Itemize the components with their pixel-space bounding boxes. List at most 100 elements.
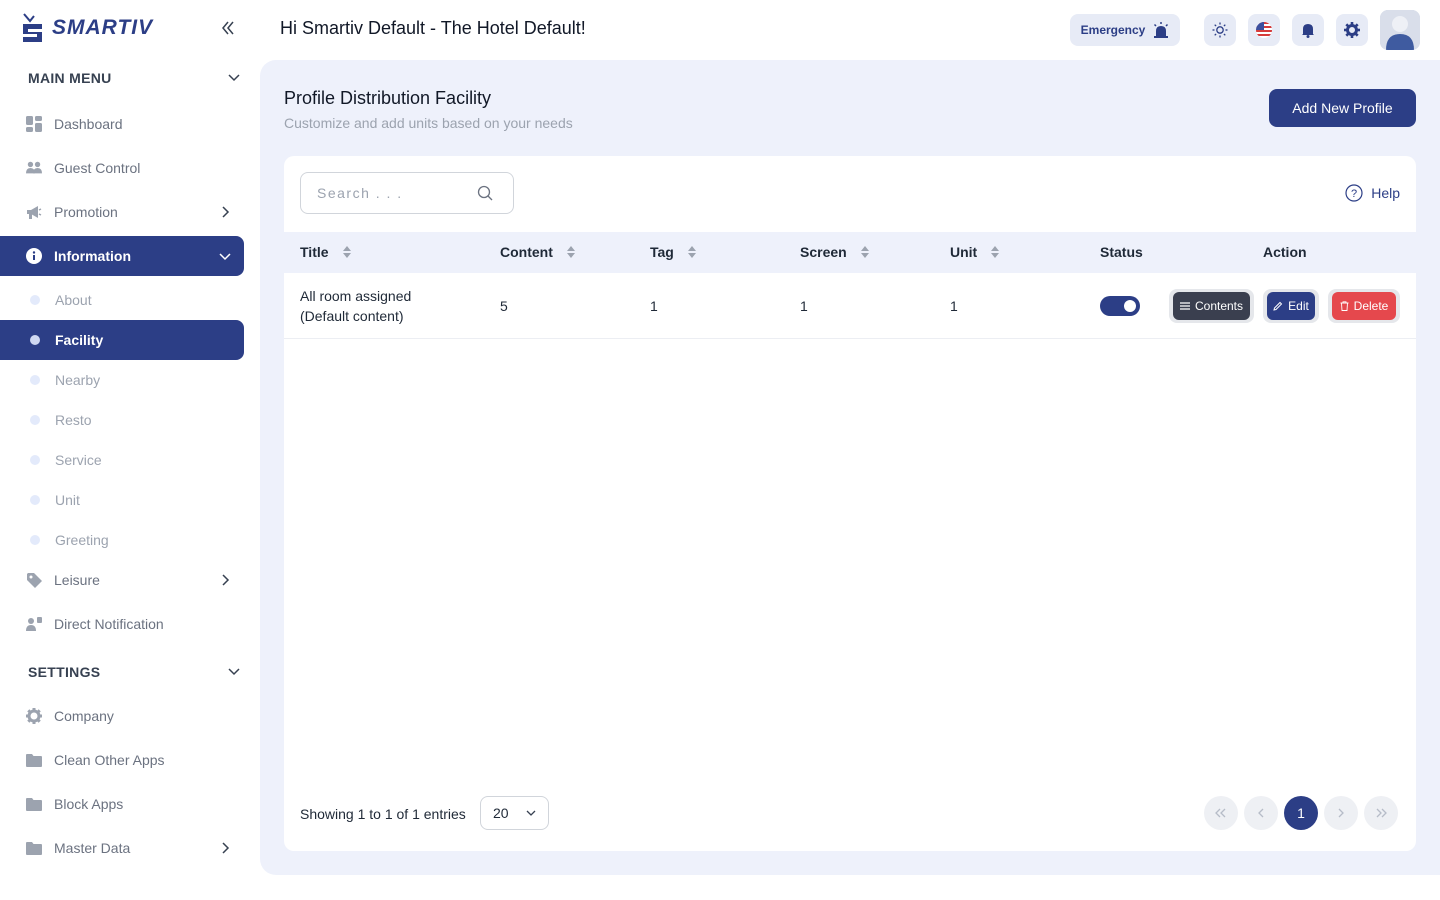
sidebar-sub-about[interactable]: About: [0, 280, 244, 320]
delete-label: Delete: [1353, 299, 1389, 313]
page-number-button[interactable]: 1: [1284, 796, 1318, 830]
search-input[interactable]: [317, 185, 477, 201]
emergency-button[interactable]: Emergency: [1070, 14, 1180, 46]
search-icon[interactable]: [477, 185, 493, 201]
sidebar-item-label: Company: [54, 708, 114, 724]
double-chevron-right-icon: [1376, 808, 1387, 818]
prev-page-button[interactable]: [1244, 796, 1278, 830]
column-content[interactable]: Content: [500, 244, 575, 260]
theme-toggle-button[interactable]: [1204, 14, 1236, 46]
sidebar-sub-label: Greeting: [55, 532, 109, 548]
megaphone-icon: [26, 204, 42, 220]
column-status: Status: [1100, 244, 1143, 260]
chevron-right-icon: [1338, 808, 1344, 818]
user-avatar[interactable]: [1380, 10, 1420, 50]
sidebar-item-clean-other-apps[interactable]: Clean Other Apps: [0, 740, 244, 780]
sidebar-sub-facility[interactable]: Facility: [0, 320, 244, 360]
double-chevron-left-icon: [1215, 808, 1226, 818]
sidebar-sub-label: Nearby: [55, 372, 101, 388]
add-new-profile-button[interactable]: Add New Profile: [1269, 89, 1416, 127]
chevron-left-icon: [1258, 808, 1264, 818]
sidebar-item-promotion[interactable]: Promotion: [0, 192, 244, 232]
sort-icon: [342, 246, 351, 258]
sidebar-sub-label: Service: [55, 452, 102, 468]
column-unit[interactable]: Unit: [950, 244, 1000, 260]
page-size-select[interactable]: 20: [480, 796, 549, 830]
sidebar-item-information[interactable]: Information: [0, 236, 244, 276]
sidebar-item-leisure[interactable]: Leisure: [0, 560, 244, 600]
logo-text: SMARTIV: [52, 16, 154, 39]
list-icon: [1179, 302, 1190, 310]
column-tag[interactable]: Tag: [650, 244, 696, 260]
contents-label: Contents: [1194, 299, 1244, 313]
collapse-sidebar-button[interactable]: [218, 18, 238, 38]
column-screen[interactable]: Screen: [800, 244, 869, 260]
bell-icon: [1302, 24, 1314, 38]
sidebar-sub-service[interactable]: Service: [0, 440, 244, 480]
settings-button[interactable]: [1336, 14, 1368, 46]
sidebar-item-label: Information: [54, 248, 131, 264]
chevron-right-icon: [222, 206, 230, 218]
tag-icon: [26, 572, 42, 588]
settings-header[interactable]: SETTINGS: [28, 660, 240, 684]
sidebar-sub-label: Unit: [55, 492, 80, 508]
main-menu-header[interactable]: MAIN MENU: [28, 66, 240, 90]
sidebar-item-company[interactable]: Company: [0, 696, 244, 736]
cell-content: 5: [500, 298, 508, 314]
column-label: Status: [1100, 244, 1143, 260]
sidebar-sub-resto[interactable]: Resto: [0, 400, 244, 440]
bullet-icon: [30, 335, 40, 345]
cell-title-line: All room assigned: [300, 288, 412, 304]
help-link[interactable]: ? Help: [1345, 184, 1400, 202]
column-label: Title: [300, 244, 329, 260]
notifications-button[interactable]: [1292, 14, 1324, 46]
first-page-button[interactable]: [1204, 796, 1238, 830]
last-page-button[interactable]: [1364, 796, 1398, 830]
chevron-down-icon: [228, 74, 240, 82]
cell-title-line: (Default content): [300, 308, 404, 324]
delete-button[interactable]: Delete: [1332, 292, 1396, 320]
sidebar-item-label: Master Data: [54, 840, 131, 856]
status-toggle[interactable]: [1100, 296, 1140, 316]
page-title: Profile Distribution Facility: [284, 88, 492, 108]
sidebar-item-label: Clean Other Apps: [54, 752, 165, 768]
sidebar-item-label: Block Apps: [54, 796, 124, 812]
page-subtitle: Customize and add units based on your ne…: [284, 115, 573, 131]
sidebar-item-label: Direct Notification: [54, 616, 164, 632]
sidebar-sub-label: About: [55, 292, 92, 308]
bullet-icon: [30, 455, 40, 465]
column-title[interactable]: Title: [300, 244, 351, 260]
next-page-button[interactable]: [1324, 796, 1358, 830]
chevron-down-icon: [228, 668, 240, 676]
avatar-icon: [1380, 10, 1420, 50]
bullet-icon: [30, 375, 40, 385]
search-box: [300, 172, 514, 214]
siren-icon: [1154, 22, 1169, 38]
sidebar-item-dashboard[interactable]: Dashboard: [0, 104, 244, 144]
info-icon: [26, 248, 42, 264]
pencil-icon: [1273, 301, 1283, 311]
double-chevron-left-icon: [222, 21, 234, 35]
sort-icon: [566, 246, 575, 258]
edit-button[interactable]: Edit: [1267, 292, 1315, 320]
contents-button[interactable]: Contents: [1173, 292, 1250, 320]
main-content: Profile Distribution Facility Customize …: [260, 60, 1440, 875]
sidebar-sub-greeting[interactable]: Greeting: [0, 520, 244, 560]
chevron-right-icon: [222, 842, 230, 854]
sidebar-item-guest-control[interactable]: Guest Control: [0, 148, 244, 188]
sidebar-item-direct-notification[interactable]: Direct Notification: [0, 604, 244, 644]
sidebar-sub-label: Facility: [55, 332, 104, 348]
app-logo[interactable]: SMARTIV: [20, 12, 153, 44]
sidebar-item-block-apps[interactable]: Block Apps: [0, 784, 244, 824]
sort-icon: [687, 246, 696, 258]
column-action: Action: [1263, 244, 1307, 260]
sidebar-item-label: Guest Control: [54, 160, 141, 176]
sidebar-sub-nearby[interactable]: Nearby: [0, 360, 244, 400]
bullet-icon: [30, 295, 40, 305]
sun-icon: [1212, 22, 1228, 38]
column-label: Screen: [800, 244, 847, 260]
language-button[interactable]: [1248, 14, 1280, 46]
sidebar-sub-unit[interactable]: Unit: [0, 480, 244, 520]
sidebar-item-master-data[interactable]: Master Data: [0, 828, 244, 868]
folder-icon: [26, 752, 42, 768]
